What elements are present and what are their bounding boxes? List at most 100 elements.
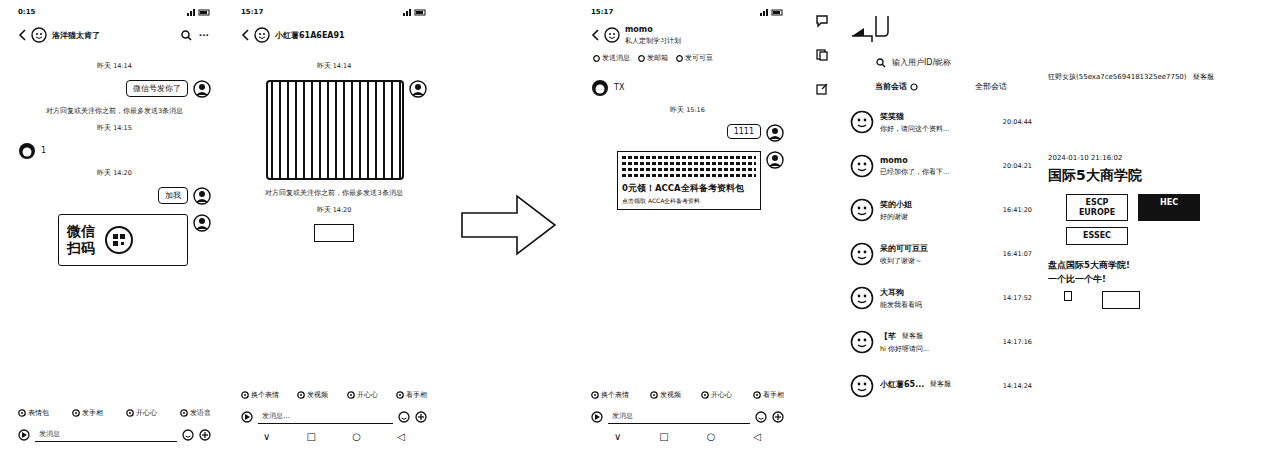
input-bar [235, 405, 433, 428]
chat-toolbar: 换个表情 发视频 开心心 看手相 [585, 385, 790, 405]
sent-message: 加我 [18, 187, 211, 205]
tool-icon [18, 409, 26, 417]
nav-button[interactable]: ◁ [397, 431, 405, 442]
avatar-icon [850, 110, 874, 134]
more-button[interactable]: ··· [197, 30, 211, 40]
toolbar-item[interactable]: 换个表情 [241, 389, 279, 401]
plus-icon[interactable] [415, 411, 427, 423]
header-text: 洛洋猫太肯了 [52, 30, 176, 41]
emoji-icon[interactable] [398, 411, 410, 423]
chat-screen: 15:17小红薯61A6EA91昨天 14:14对方回复或关注你之前，你最多发送… [235, 4, 433, 446]
search-icon[interactable] [181, 30, 192, 41]
avatar-icon [850, 198, 874, 222]
system-nav-bar: ∨ □ ○ ◁ [235, 428, 433, 446]
nav-button[interactable]: ∨ [263, 431, 270, 442]
nav-button[interactable]: □ [659, 431, 668, 442]
toolbar-item[interactable]: 看手相 [396, 389, 427, 401]
chat-icon[interactable] [815, 14, 829, 28]
message-input[interactable] [35, 427, 177, 442]
conversation-name-line: 小红薯65...疑客服 [880, 379, 997, 390]
conversation-time: 14:17:52 [1003, 294, 1032, 302]
conversation-row[interactable]: momo已经加你了，你看下...20:04:21 [846, 144, 1036, 188]
toolbar-item[interactable]: 发视频 [650, 389, 681, 401]
battery-icon [187, 9, 211, 16]
poster-card[interactable]: 0元领！ACCA全科备考资料包点击领取 ACCA全科备考资料 [617, 151, 761, 210]
message-list: TX昨天 15:1611110元领！ACCA全科备考资料包点击领取 ACCA全科… [585, 67, 790, 385]
message-input[interactable] [608, 409, 750, 424]
conversation-name-line: 大耳狗 [880, 287, 997, 298]
back-icon[interactable] [591, 29, 599, 41]
avatar-icon [766, 151, 784, 169]
conversation-row[interactable]: 【芊疑客服hi 你好呀请问...14:17:16 [846, 320, 1036, 364]
toolbar-item[interactable]: 看手相 [753, 389, 784, 401]
caption-line: 一个比一个牛! [1048, 274, 1276, 286]
conversation-time: 14:17:16 [1003, 338, 1032, 346]
voice-icon[interactable] [18, 429, 30, 441]
back-icon[interactable] [241, 29, 249, 41]
system-notice: 对方回复或关注你之前，你最多发送3条消息 [18, 107, 211, 115]
conversation-tab[interactable]: 当前会话 [875, 81, 918, 92]
conversation-row[interactable]: 笑笑猫你好，请问这个资料...20:04:44 [846, 100, 1036, 144]
conversation-info: 笑笑猫你好，请问这个资料... [880, 111, 997, 134]
conversation-row[interactable]: 小红薯65...疑客服14:14:24 [846, 364, 1036, 408]
sent-message [241, 224, 427, 242]
refresh-icon[interactable] [910, 83, 918, 91]
emoji-icon[interactable] [755, 411, 767, 423]
status-bar: 15:17 [585, 4, 790, 20]
sent-message: 0元领！ACCA全科备考资料包点击领取 ACCA全科备考资料 [591, 151, 784, 210]
conversation-tabs: 当前会话 全部会话 [846, 71, 1036, 100]
message-time: 昨天 14:14 [18, 62, 211, 71]
copy-icon[interactable] [815, 48, 829, 62]
message-list: 昨天 14:14微信号发你了对方回复或关注你之前，你最多发送3条消息昨天 14:… [12, 50, 217, 403]
voice-icon[interactable] [591, 411, 603, 423]
toolbar-item[interactable]: 发语音 [180, 407, 211, 419]
chat-title: 洛洋猫太肯了 [52, 30, 176, 41]
nav-button[interactable]: □ [307, 431, 316, 442]
poster-stripe [622, 168, 756, 171]
post-footer [1048, 291, 1276, 309]
conversation-tab[interactable]: 全部会话 [975, 81, 1007, 92]
emoji-icon[interactable] [182, 429, 194, 441]
toolbar-item[interactable]: 发视频 [297, 389, 328, 401]
conversation-row[interactable]: 呆的可可豆豆收到了谢谢～16:41:07 [846, 232, 1036, 276]
quick-action[interactable]: 发邮箱 [638, 54, 668, 63]
conversation-preview: 你好，请问这个资料... [880, 125, 997, 134]
quick-action[interactable]: 发可可豆 [676, 54, 713, 63]
sent-message: 微信扫码 [18, 214, 211, 266]
logo-grid: ESCP EUROPEHECESSEC [1048, 190, 1276, 249]
toolbar-item[interactable]: 开心心 [701, 389, 732, 401]
nav-button[interactable]: ∨ [614, 431, 621, 442]
conversation-name: 笑的小姐 [880, 199, 912, 210]
plus-icon[interactable] [199, 429, 211, 441]
conversation-preview: 好的谢谢 [880, 213, 997, 222]
message-input[interactable] [258, 409, 393, 424]
search-input[interactable] [890, 57, 1006, 68]
nav-button[interactable]: ○ [352, 431, 361, 442]
conversation-detail: 狂野女孩(55exa7ce5694181325ee7750)疑客服2024-01… [1048, 4, 1280, 446]
toolbar-item[interactable]: 发手相 [72, 407, 103, 419]
suspect-tag: 疑客服 [902, 332, 923, 341]
conversation-row[interactable]: 大耳狗能发我看看吗14:17:52 [846, 276, 1036, 320]
plus-icon[interactable] [772, 411, 784, 423]
poster-stripe [622, 156, 756, 159]
quick-action[interactable]: 发送消息 [593, 54, 630, 63]
footer-box [1102, 291, 1140, 309]
voice-icon[interactable] [241, 411, 253, 423]
poster-stripe [622, 174, 756, 177]
toolbar-item[interactable]: 开心心 [126, 407, 157, 419]
nav-button[interactable]: ○ [707, 431, 716, 442]
toolbar-item[interactable]: 表情包 [18, 407, 49, 419]
message-bubble: 1111 [727, 124, 761, 139]
conversation-info: 小红薯65...疑客服 [880, 379, 997, 393]
nav-button[interactable]: ◁ [753, 431, 761, 442]
conversation-row[interactable]: 笑的小姐好的谢谢16:41:20 [846, 188, 1036, 232]
toolbar-item[interactable]: 换个表情 [591, 389, 629, 401]
export-icon[interactable] [815, 82, 829, 96]
toolbar-item[interactable]: 开心心 [347, 389, 378, 401]
back-icon[interactable] [18, 29, 26, 41]
chat-screen: 15:17momo私人定制学习计划 发送消息 发邮箱 发可可豆TX昨天 15:1… [585, 4, 790, 446]
conversation-preview: hi 你好呀请问... [880, 345, 997, 354]
poster-stripe [622, 162, 756, 165]
screenshot-collage: 0:15洛洋猫太肯了···昨天 14:14微信号发你了对方回复或关注你之前，你最… [0, 0, 1280, 475]
flag-icon [850, 14, 890, 44]
